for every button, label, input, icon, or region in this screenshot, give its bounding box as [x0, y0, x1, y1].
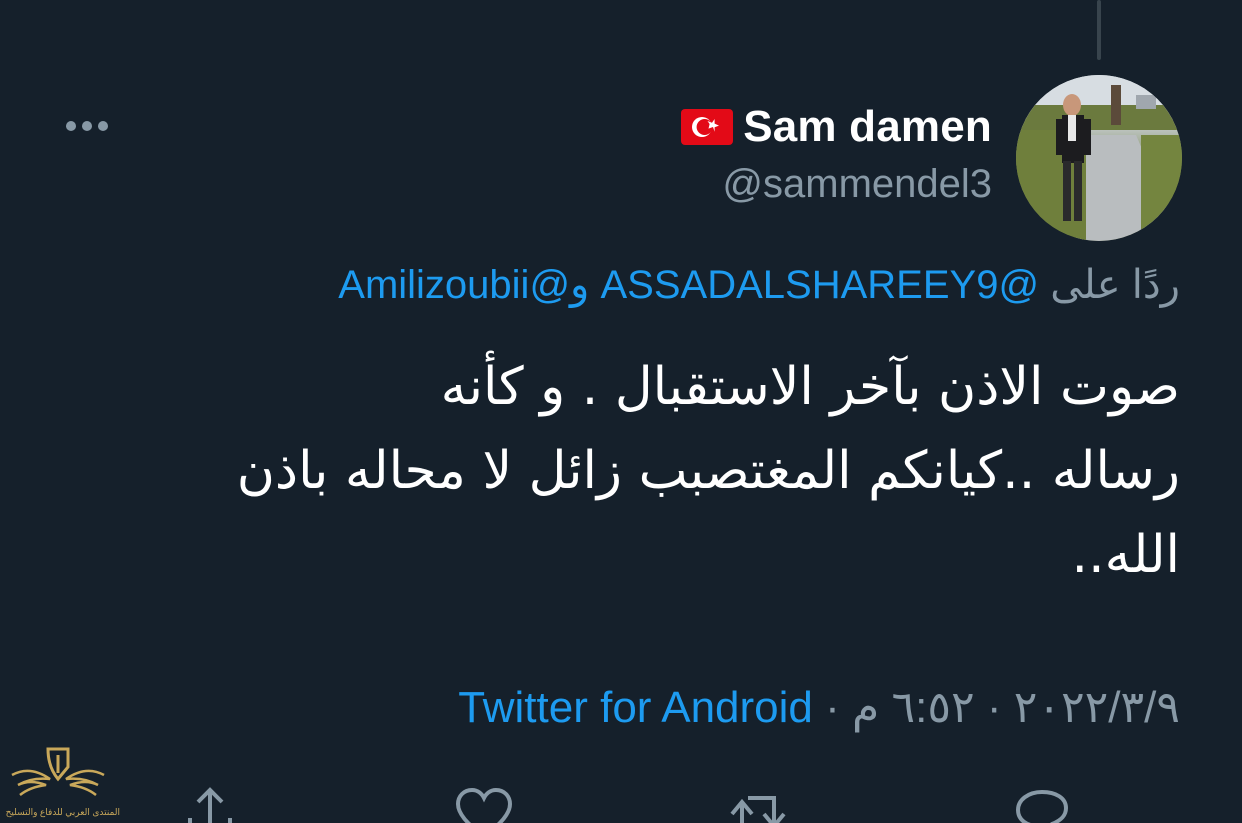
- reply-icon: [1015, 789, 1069, 823]
- more-options-button[interactable]: [62, 108, 112, 144]
- mention-separator: و: [570, 263, 590, 307]
- forum-watermark: المنتدى العربي للدفاع والتسليح: [6, 745, 120, 823]
- tweet-line: صوت الاذن بآخر الاستقبال . و كأنه: [440, 357, 1180, 417]
- author-handle[interactable]: @sammendel3: [722, 162, 992, 207]
- mention-link-1[interactable]: @ASSADALSHAREEY9: [601, 263, 1040, 307]
- like-icon: [455, 787, 513, 823]
- tweet-metadata: ٢٠٢٢/٣/٩ · ٦:٥٢ م · Twitter for Android: [458, 682, 1180, 733]
- tweet-body: صوت الاذن بآخر الاستقبال . و كأنه رساله …: [90, 345, 1180, 597]
- author-name-row[interactable]: Sam damen: [681, 98, 992, 156]
- tweet-action-bar: [0, 780, 1242, 823]
- share-button[interactable]: [180, 784, 240, 823]
- retweet-button[interactable]: [728, 784, 788, 823]
- avatar[interactable]: [1016, 75, 1182, 241]
- watermark-text: المنتدى العربي للدفاع والتسليح: [5, 807, 120, 817]
- meta-separator: ·: [825, 683, 840, 732]
- avatar-photo: [1016, 75, 1182, 241]
- reply-button[interactable]: [1012, 784, 1072, 823]
- replying-to-line: ردًا على @ASSADALSHAREEY9 و@Amilizoubii: [338, 262, 1180, 308]
- like-button[interactable]: [454, 784, 514, 823]
- author-display-name[interactable]: Sam damen: [743, 102, 992, 152]
- tweet-line: الله..: [1071, 525, 1180, 585]
- tweet-date[interactable]: ٢٠٢٢/٣/٩: [1014, 683, 1180, 732]
- flag-turkey-icon: [681, 109, 734, 145]
- wings-shield-logo: [11, 747, 105, 796]
- replying-to-label: ردًا على: [1050, 263, 1180, 307]
- tweet-line: رساله ..كيانكم المغتصبب زائل لا محاله با…: [236, 441, 1180, 501]
- retweet-icon: [730, 796, 786, 823]
- meta-separator: ·: [986, 683, 1002, 732]
- tweet-source-link[interactable]: Twitter for Android: [458, 683, 813, 732]
- share-icon: [188, 787, 232, 823]
- tweet-time[interactable]: ٦:٥٢ م: [852, 683, 975, 732]
- mention-link-2[interactable]: @Amilizoubii: [338, 263, 570, 307]
- more-horizontal-icon: [66, 121, 108, 131]
- thread-connector-line: [1097, 0, 1101, 60]
